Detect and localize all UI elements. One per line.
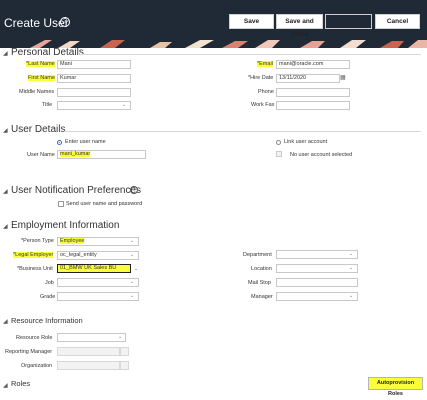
location-label: Location	[251, 266, 272, 272]
business-unit-label: *Business Unit	[17, 266, 53, 272]
middle-names-label: Middle Names	[19, 89, 55, 95]
chevron-down-icon[interactable]: ⌄	[130, 279, 134, 285]
link-user-account-label: Link user account	[284, 139, 328, 145]
legal-employer-select[interactable]: oc_legal_entity	[57, 251, 139, 260]
personal-details-title: Personal Details	[11, 47, 84, 58]
organization-search[interactable]	[120, 361, 129, 370]
hire-date-label: *Hire Date	[248, 75, 274, 81]
person-type-value: Employee	[60, 238, 85, 244]
job-label: Job	[45, 280, 54, 286]
middle-names-input[interactable]	[57, 88, 131, 97]
mail-stop-label: Mail Stop	[248, 280, 271, 286]
department-input[interactable]	[276, 250, 358, 259]
legal-employer-label: *Legal Employer	[13, 252, 54, 258]
roles-title: Roles	[11, 379, 31, 388]
first-name-input[interactable]: Kumar	[57, 74, 131, 83]
mail-stop-input[interactable]	[276, 278, 358, 287]
user-name-value: mani_kumar	[60, 151, 91, 157]
chevron-down-icon[interactable]: ⌄	[130, 238, 134, 244]
send-credentials-label: Send user name and password	[66, 201, 143, 207]
save-button[interactable]: Save	[229, 14, 274, 29]
manager-input[interactable]	[276, 292, 358, 301]
resource-role-label: Resource Role	[16, 335, 53, 341]
person-type-label: *Person Type	[21, 238, 54, 244]
reporting-manager-search[interactable]	[120, 347, 129, 356]
cancel-button[interactable]: Cancel	[375, 14, 420, 29]
collapse-icon[interactable]: ◢	[3, 127, 8, 134]
user-details-title: User Details	[11, 124, 66, 135]
last-name-label: *Last Name	[26, 61, 55, 67]
chevron-down-icon[interactable]: ⌄	[349, 265, 353, 271]
collapse-icon[interactable]: ◢	[3, 382, 8, 389]
reporting-manager-input[interactable]	[57, 347, 120, 356]
employment-title: Employment Information	[11, 220, 120, 231]
chevron-down-icon[interactable]: ⌄	[134, 266, 138, 272]
collapse-icon[interactable]: ◢	[3, 188, 8, 195]
phone-input[interactable]	[276, 88, 350, 97]
link-user-account-radio[interactable]	[276, 140, 281, 145]
notification-title: User Notification Preferences	[11, 185, 142, 196]
title-label: Title	[42, 102, 53, 108]
user-name-input[interactable]: mani_kumar	[57, 150, 146, 159]
collapse-icon[interactable]: ◢	[3, 50, 8, 57]
no-user-account-checkbox[interactable]	[276, 151, 282, 157]
no-user-account-label: No user account selected	[290, 152, 353, 158]
chevron-down-icon[interactable]: ⌄	[130, 293, 134, 299]
last-name-input[interactable]: Mani	[57, 60, 131, 69]
section-divider	[64, 131, 421, 132]
enter-user-name-radio[interactable]	[57, 140, 62, 145]
manager-label: Manager	[251, 294, 273, 300]
send-credentials-checkbox[interactable]	[58, 201, 64, 207]
resource-role-select[interactable]	[57, 333, 126, 342]
email-input[interactable]: mani@oracle.com	[276, 60, 350, 69]
location-input[interactable]	[276, 264, 358, 273]
chevron-down-icon[interactable]: ⌄	[122, 102, 126, 108]
collapse-icon[interactable]: ◢	[3, 318, 8, 325]
business-unit-select[interactable]: 01_BMW UK Sales BU	[57, 264, 131, 273]
help-icon[interactable]: ?	[130, 186, 138, 194]
organization-input[interactable]	[57, 361, 120, 370]
grade-label: Grade	[40, 294, 56, 300]
section-divider	[80, 54, 421, 55]
first-name-label: First Name	[28, 75, 55, 81]
email-label: *Email	[257, 61, 273, 67]
department-label: Department	[243, 252, 272, 258]
organization-label: Organization	[21, 363, 53, 369]
user-name-label: User Name	[27, 152, 55, 158]
chevron-down-icon[interactable]: ⌄	[349, 293, 353, 299]
chevron-down-icon[interactable]: ⌄	[349, 251, 353, 257]
job-input[interactable]	[57, 278, 139, 287]
phone-label: Phone	[258, 89, 274, 95]
chevron-down-icon[interactable]: ⌄	[118, 334, 122, 340]
help-icon[interactable]: ?	[60, 17, 70, 27]
calendar-icon[interactable]: ▦	[340, 74, 346, 81]
grade-input[interactable]	[57, 292, 139, 301]
hire-date-input[interactable]: 13/11/2020	[276, 74, 340, 83]
page-title: Create User	[4, 16, 69, 30]
chevron-down-icon[interactable]: ⌄	[130, 252, 134, 258]
collapse-icon[interactable]: ◢	[3, 223, 8, 230]
enter-user-name-label: Enter user name	[65, 139, 106, 145]
work-fax-label: Work Fax	[251, 102, 275, 108]
work-fax-input[interactable]	[276, 101, 350, 110]
save-and-close-button[interactable]: Save and Close	[276, 14, 323, 38]
person-type-select[interactable]: Employee	[57, 237, 139, 246]
blank-button[interactable]	[325, 14, 372, 29]
reporting-manager-label: Reporting Manager	[5, 349, 53, 355]
title-select[interactable]	[57, 101, 131, 110]
autoprovision-roles-button[interactable]: Autoprovision Roles	[368, 377, 423, 397]
resource-title: Resource Information	[11, 316, 83, 325]
